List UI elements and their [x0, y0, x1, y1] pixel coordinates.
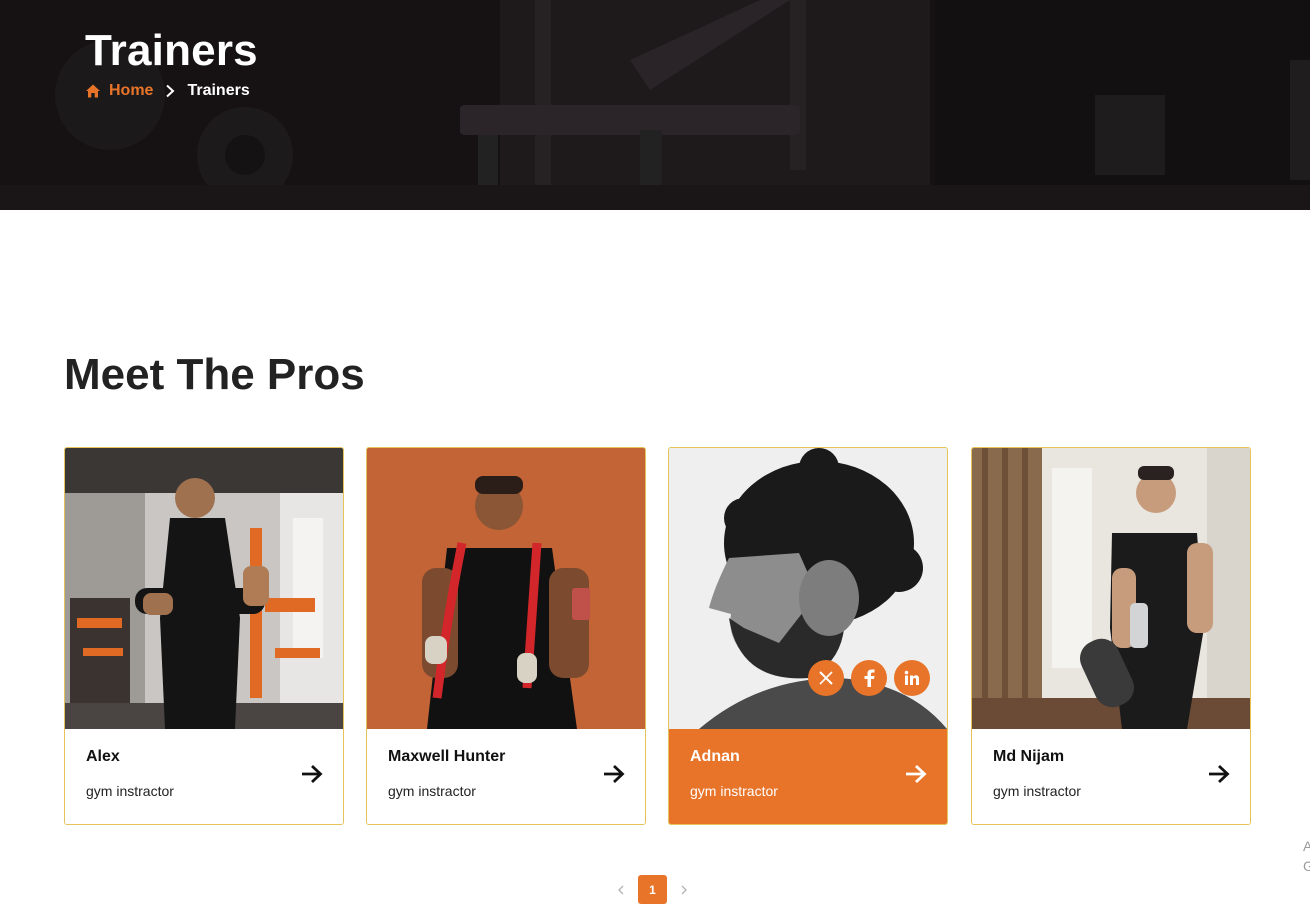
trainer-card[interactable]: Maxwell Hunter gym instractor	[366, 447, 646, 825]
clipped-edge-text: A G	[1303, 836, 1310, 876]
trainer-card-active[interactable]: Adnan gym instractor	[668, 447, 948, 825]
social-links	[808, 660, 930, 696]
page-title: Trainers	[85, 26, 258, 75]
trainer-info: Alex gym instractor	[65, 729, 343, 824]
trainer-photo	[367, 448, 645, 729]
trainer-photo	[65, 448, 343, 729]
pagination-next-button[interactable]	[675, 875, 693, 904]
arrow-right-icon[interactable]	[905, 764, 927, 784]
clipped-text-line: A	[1303, 838, 1310, 854]
trainer-photo	[669, 448, 947, 729]
breadcrumb-current: Trainers	[187, 82, 250, 99]
trainer-name: Maxwell Hunter	[388, 748, 506, 765]
trainer-info: Maxwell Hunter gym instractor	[367, 729, 645, 824]
chevron-left-icon	[618, 885, 624, 894]
arrow-right-icon[interactable]	[301, 764, 323, 784]
trainer-info: Adnan gym instractor	[669, 729, 947, 824]
breadcrumb-home-link[interactable]: Home	[109, 82, 153, 100]
chevron-right-icon	[681, 885, 687, 894]
linkedin-icon[interactable]	[894, 660, 930, 696]
pagination: 1	[612, 875, 693, 904]
trainer-role: gym instractor	[388, 783, 476, 799]
pagination-prev-button[interactable]	[612, 875, 630, 904]
x-icon[interactable]	[808, 660, 844, 696]
pagination-page-current[interactable]: 1	[638, 875, 667, 904]
chevron-right-icon	[166, 84, 175, 98]
facebook-icon[interactable]	[851, 660, 887, 696]
trainer-role: gym instractor	[690, 783, 778, 799]
home-icon	[86, 84, 100, 98]
page-hero: Trainers Home Trainers	[0, 0, 1310, 210]
trainer-name: Adnan	[690, 748, 740, 765]
arrow-right-icon[interactable]	[1208, 764, 1230, 784]
trainer-name: Md Nijam	[993, 748, 1065, 765]
arrow-right-icon[interactable]	[603, 764, 625, 784]
trainer-role: gym instractor	[993, 783, 1081, 799]
clipped-text-line: G	[1303, 858, 1310, 874]
section-title: Meet The Pros	[64, 350, 365, 399]
trainer-photo	[972, 448, 1250, 729]
breadcrumb: Home Trainers	[85, 81, 250, 101]
trainer-role: gym instractor	[86, 783, 174, 799]
trainer-name: Alex	[86, 748, 120, 765]
trainer-card[interactable]: Alex gym instractor	[64, 447, 344, 825]
trainer-info: Md Nijam gym instractor	[972, 729, 1250, 824]
trainer-card[interactable]: Md Nijam gym instractor	[971, 447, 1251, 825]
